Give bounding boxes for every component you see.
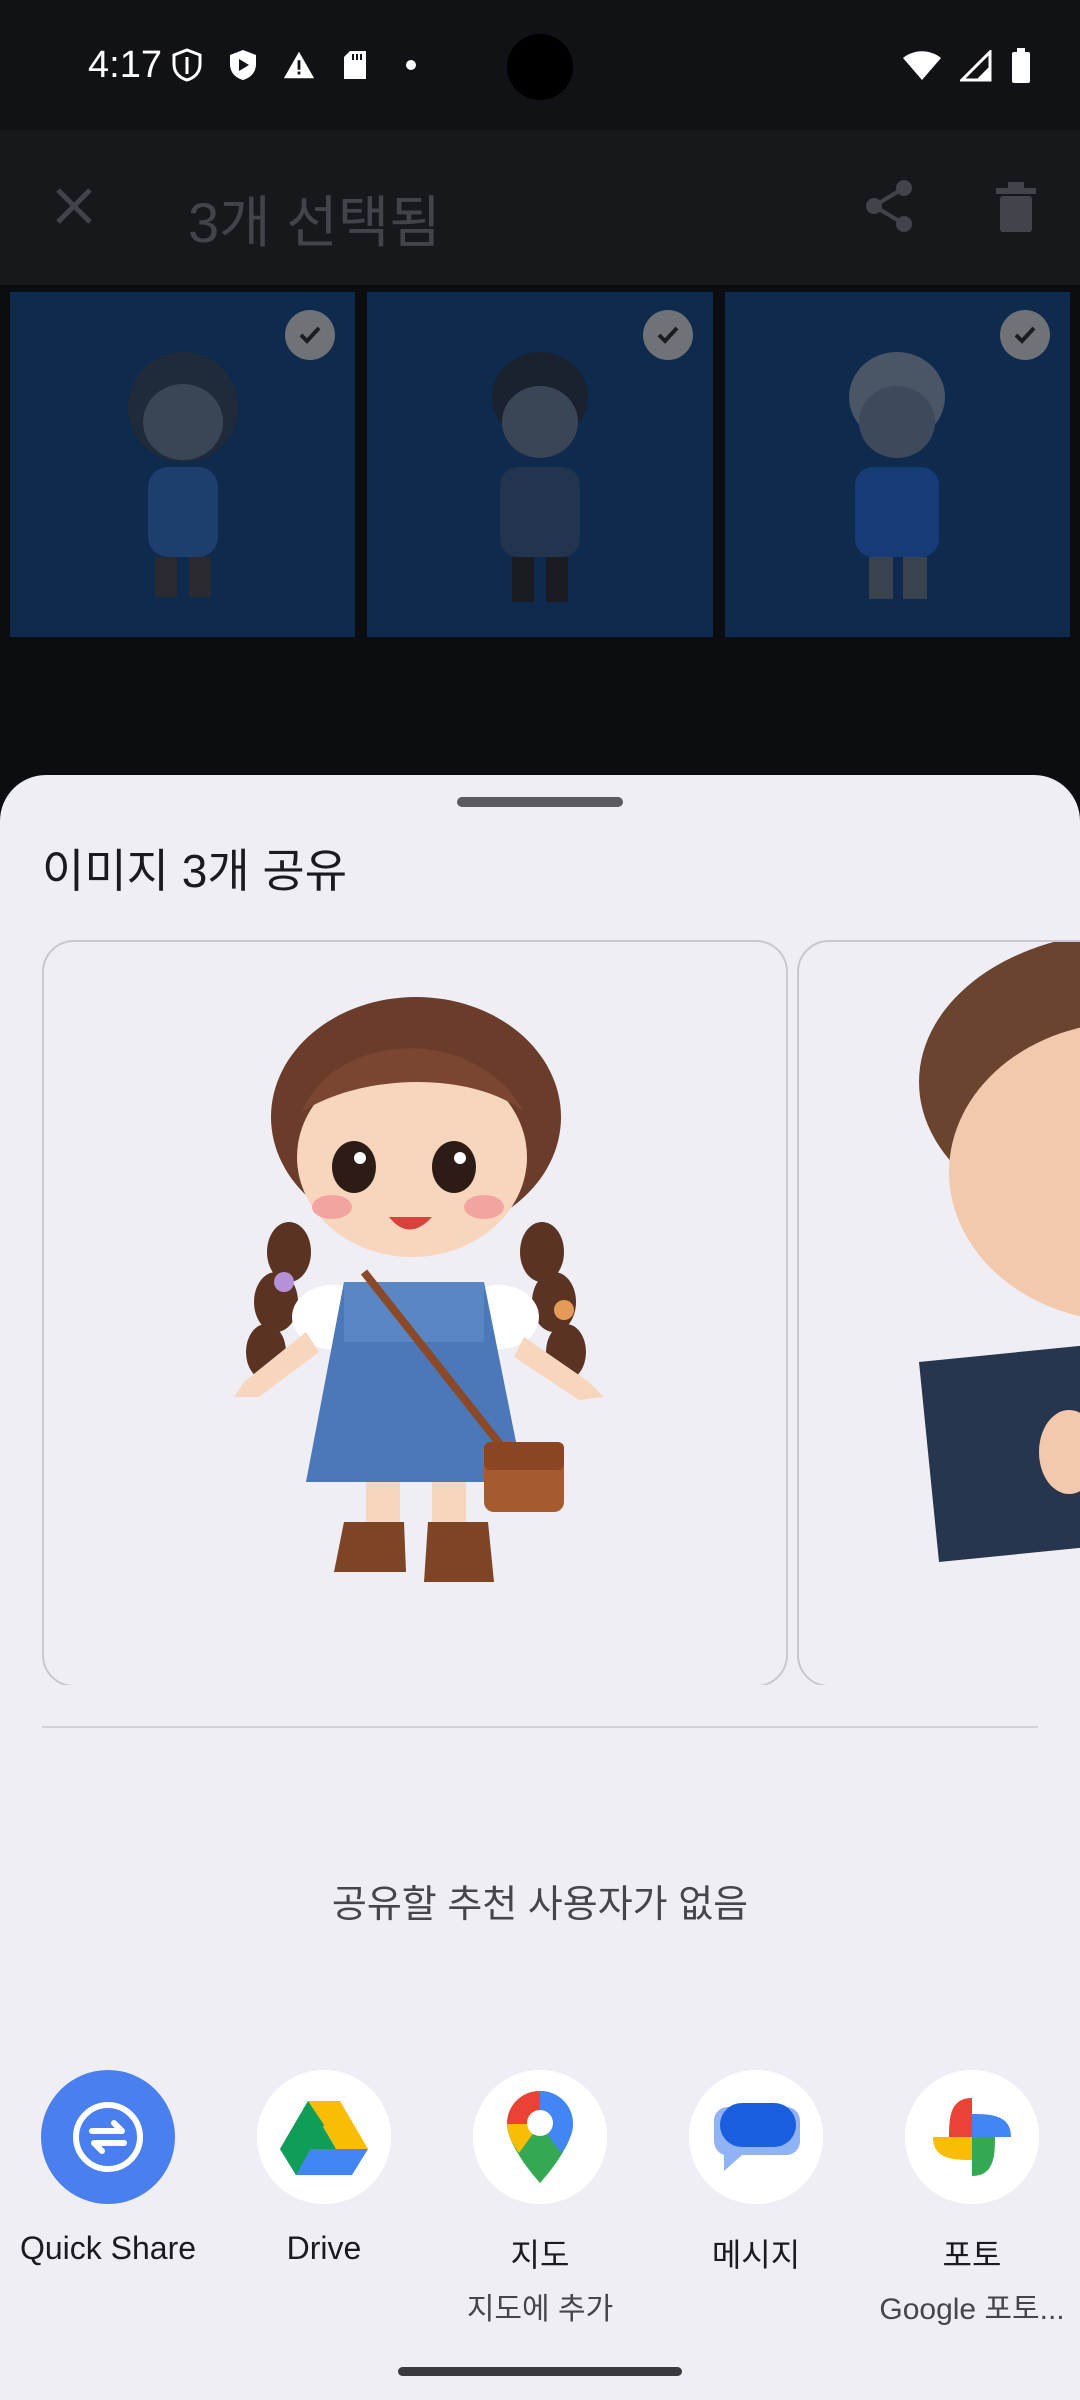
share-target-messages[interactable]: 메시지 xyxy=(648,2070,864,2276)
girl-figure-thumbnail xyxy=(93,337,273,622)
boy-figure-thumbnail xyxy=(450,337,630,622)
app-sublabel: 지도에 추가 xyxy=(466,2293,614,2326)
gesture-nav-bar[interactable] xyxy=(398,2367,682,2376)
drive-icon xyxy=(257,2070,391,2204)
battery-icon xyxy=(1010,48,1032,89)
selection-title: 3개 선택됨 xyxy=(188,191,441,254)
thumbnail-girl[interactable] xyxy=(10,292,356,637)
sd-card-icon xyxy=(338,48,372,82)
app-label: Drive xyxy=(286,2230,362,2266)
share-target-drive[interactable]: Drive xyxy=(216,2070,432,2267)
share-target-photos[interactable]: 포토 Google 포토... xyxy=(864,2070,1080,2328)
preview-card-girl xyxy=(42,940,788,1685)
selected-check-icon[interactable] xyxy=(642,310,693,360)
share-sheet-title: 이미지 3개 공유 xyxy=(42,845,348,897)
drag-handle[interactable] xyxy=(457,797,623,807)
app-label: Quick Share xyxy=(19,2230,197,2266)
delete-icon[interactable] xyxy=(986,176,1046,236)
share-target-row: Quick Share Drive 지도 지도에 추가 메시지 포토 Googl… xyxy=(0,2070,1080,2326)
app-sublabel: Google 포토... xyxy=(879,2293,1065,2326)
app-label: 메시지 xyxy=(711,2237,801,2273)
signal-icon xyxy=(958,48,992,87)
status-bar: 4:17 xyxy=(0,0,1080,130)
camera-cutout xyxy=(507,34,573,100)
warning-icon xyxy=(282,48,316,82)
wifi-icon xyxy=(902,50,942,87)
thumbnail-grid xyxy=(10,292,1070,637)
girl-figure-image xyxy=(234,997,604,1582)
thumbnail-boy[interactable] xyxy=(367,292,713,637)
selected-check-icon[interactable] xyxy=(285,310,336,360)
shield-outline-icon xyxy=(170,48,204,82)
quick-share-icon xyxy=(41,2070,175,2204)
app-bar: 3개 선택됨 xyxy=(0,130,1080,285)
preview-card-boy xyxy=(797,940,1080,1685)
status-time: 4:17 xyxy=(88,44,162,86)
share-sheet: 이미지 3개 공유 공유할 추천 사용자가 없음 Quick Share Dri… xyxy=(0,775,1080,2400)
app-label: 지도 xyxy=(510,2237,570,2273)
share-target-maps[interactable]: 지도 지도에 추가 xyxy=(432,2070,648,2328)
image-preview-carousel[interactable] xyxy=(42,940,1080,1685)
photos-pinwheel-icon xyxy=(905,2070,1039,2204)
messages-icon xyxy=(689,2070,823,2204)
maps-pin-icon xyxy=(473,2070,607,2204)
selected-check-icon[interactable] xyxy=(999,310,1050,360)
thumbnail-blond-boy[interactable] xyxy=(724,292,1070,637)
divider xyxy=(42,1726,1038,1728)
dot-icon xyxy=(394,48,428,82)
blond-boy-figure-thumbnail xyxy=(807,337,987,622)
share-icon[interactable] xyxy=(860,176,920,236)
share-target-quick-share[interactable]: Quick Share xyxy=(0,2070,216,2267)
close-icon[interactable] xyxy=(44,176,104,236)
app-label: 포토 xyxy=(942,2237,1002,2273)
play-shield-icon xyxy=(226,48,260,82)
boy-figure-image xyxy=(919,942,1080,1562)
no-suggestions-text: 공유할 추천 사용자가 없음 xyxy=(331,1884,749,1926)
